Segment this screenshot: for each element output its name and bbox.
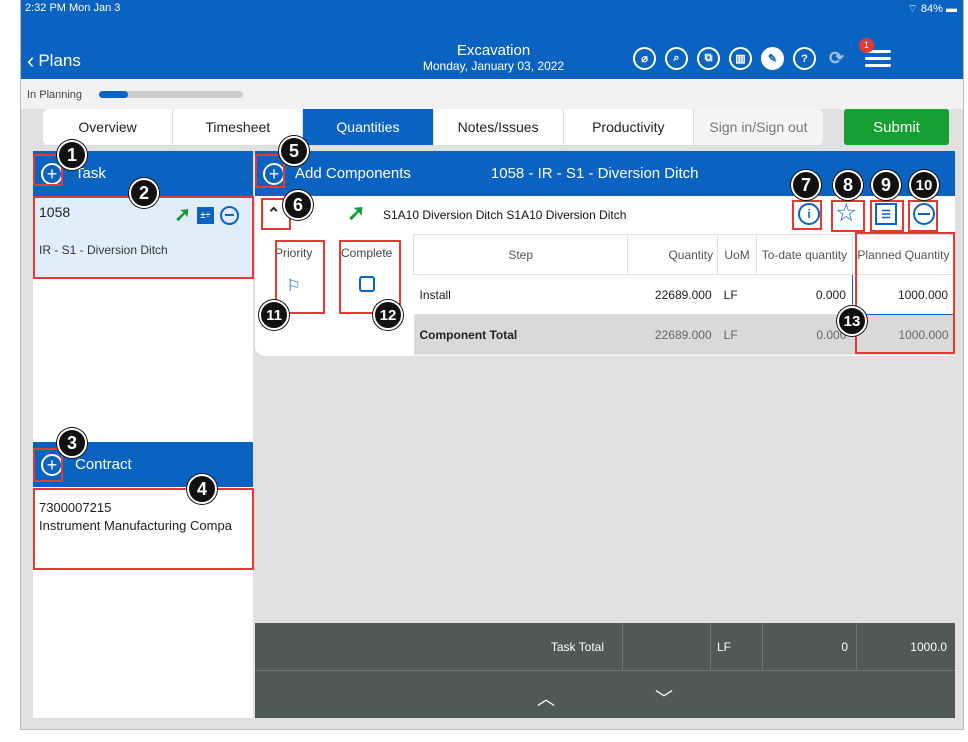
quantity-cell: 22689.000 xyxy=(627,274,718,315)
col-step: Step xyxy=(412,234,629,275)
battery-status: ⌔ 84% ▬ xyxy=(907,3,958,15)
task-total-label: Task Total xyxy=(255,623,623,670)
task-total-row: Task Total LF 0 1000.0 xyxy=(255,623,955,671)
step-cell: Install xyxy=(413,274,628,315)
footer-nav: ︿ ﹀ xyxy=(255,671,955,711)
highlight-star xyxy=(831,200,865,232)
callout-badge-11: 11 xyxy=(259,300,289,330)
total-quantity: 22689.000 xyxy=(627,314,718,355)
todate-cell: 0.000 xyxy=(756,274,853,315)
right-panel: + Add Components 1058 - IR - S1 - Divers… xyxy=(255,151,956,718)
app-frame: 2:32 PM Mon Jan 3 ⌔ 84% ▬ ‹ Plans Excava… xyxy=(20,0,964,730)
phase-progress xyxy=(99,91,243,98)
submit-button[interactable]: Submit xyxy=(844,109,949,145)
trash-icon[interactable]: ▥ xyxy=(729,47,752,70)
copy-icon[interactable]: ⧉ xyxy=(697,47,720,70)
notification-badge: 1 xyxy=(859,38,874,53)
phase-bar: In Planning xyxy=(21,79,963,109)
tab-overview[interactable]: Overview xyxy=(43,109,174,145)
col-quantity: Quantity xyxy=(627,234,719,275)
highlight-info xyxy=(792,200,822,230)
component-trend-arrow-icon: ➚ xyxy=(347,200,366,225)
attachment-icon[interactable]: ⌀ xyxy=(633,47,656,70)
callout-badge-12: 12 xyxy=(373,300,403,330)
highlight-contract-card xyxy=(33,488,254,570)
task-total-uom: LF xyxy=(711,623,763,670)
callout-badge-7: 7 xyxy=(791,170,821,200)
col-uom: UoM xyxy=(717,234,757,275)
callout-badge-3: 3 xyxy=(57,428,87,458)
callout-badge-10: 10 xyxy=(909,170,939,200)
task-total-todate: 0 xyxy=(763,623,857,670)
highlight-list-add xyxy=(870,200,904,232)
page-date: Monday, January 03, 2022 xyxy=(422,59,565,73)
page-title-block: Excavation Monday, January 03, 2022 xyxy=(371,42,616,73)
sync-icon[interactable]: ⟳ xyxy=(825,47,848,70)
top-bar: 2:32 PM Mon Jan 3 ⌔ 84% ▬ ‹ Plans Excava… xyxy=(21,0,963,79)
tab-quantities[interactable]: Quantities xyxy=(303,109,434,145)
tab-bar: Overview Timesheet Quantities Notes/Issu… xyxy=(43,109,823,145)
menu-icon[interactable]: 1 xyxy=(859,38,891,70)
uom-cell: LF xyxy=(717,274,757,315)
callout-badge-4: 4 xyxy=(187,474,217,504)
contract-header-label: Contract xyxy=(75,456,132,473)
task-total-planned: 1000.0 xyxy=(910,639,947,654)
highlight-task-card xyxy=(33,196,254,279)
component-name: S1A10 Diversion Ditch S1A10 Diversion Di… xyxy=(383,208,627,222)
tab-notes-issues[interactable]: Notes/Issues xyxy=(434,109,564,145)
phase-label: In Planning xyxy=(27,89,83,101)
add-components-label: Add Components xyxy=(295,165,411,182)
tab-sign-in-out[interactable]: Sign in/Sign out xyxy=(693,109,823,145)
col-todate: To-date quantity xyxy=(755,234,853,275)
back-button[interactable]: ‹ Plans xyxy=(27,50,81,72)
phase-progress-fill xyxy=(99,91,128,98)
help-icon[interactable]: ? xyxy=(793,47,816,70)
callout-badge-1: 1 xyxy=(57,140,87,170)
search-icon[interactable]: ⌕ xyxy=(665,47,688,70)
total-label: Component Total xyxy=(413,314,628,355)
total-uom: LF xyxy=(717,314,757,355)
callout-badge-6: 6 xyxy=(283,190,313,220)
chevron-left-icon: ‹ xyxy=(27,48,35,73)
callout-badge-5: 5 xyxy=(279,136,309,166)
chevron-down-icon[interactable]: ﹀ xyxy=(655,685,673,711)
callout-badge-8: 8 xyxy=(833,170,863,200)
components-task-title: 1058 - IR - S1 - Diversion Ditch xyxy=(490,165,699,182)
task-total-bar: Task Total LF 0 1000.0 ︿ ﹀ xyxy=(255,623,955,718)
battery-level: 84% xyxy=(920,3,943,15)
highlight-remove xyxy=(908,200,938,232)
callout-badge-2: 2 xyxy=(129,178,159,208)
highlight-planned-quantity xyxy=(855,232,955,354)
toolbar-icons: ⌀ ⌕ ⧉ ▥ ✎ ? ⟳ 1 xyxy=(633,38,891,70)
callout-badge-13: 13 xyxy=(837,306,867,336)
highlight-add-contract xyxy=(33,448,63,482)
back-label: Plans xyxy=(38,51,81,70)
edit-icon[interactable]: ✎ xyxy=(761,47,784,70)
status-time: 2:32 PM Mon Jan 3 xyxy=(25,2,121,14)
tab-productivity[interactable]: Productivity xyxy=(564,109,694,145)
page-title: Excavation xyxy=(456,42,531,59)
chevron-up-icon[interactable]: ︿ xyxy=(537,685,555,711)
callout-badge-9: 9 xyxy=(871,170,901,200)
